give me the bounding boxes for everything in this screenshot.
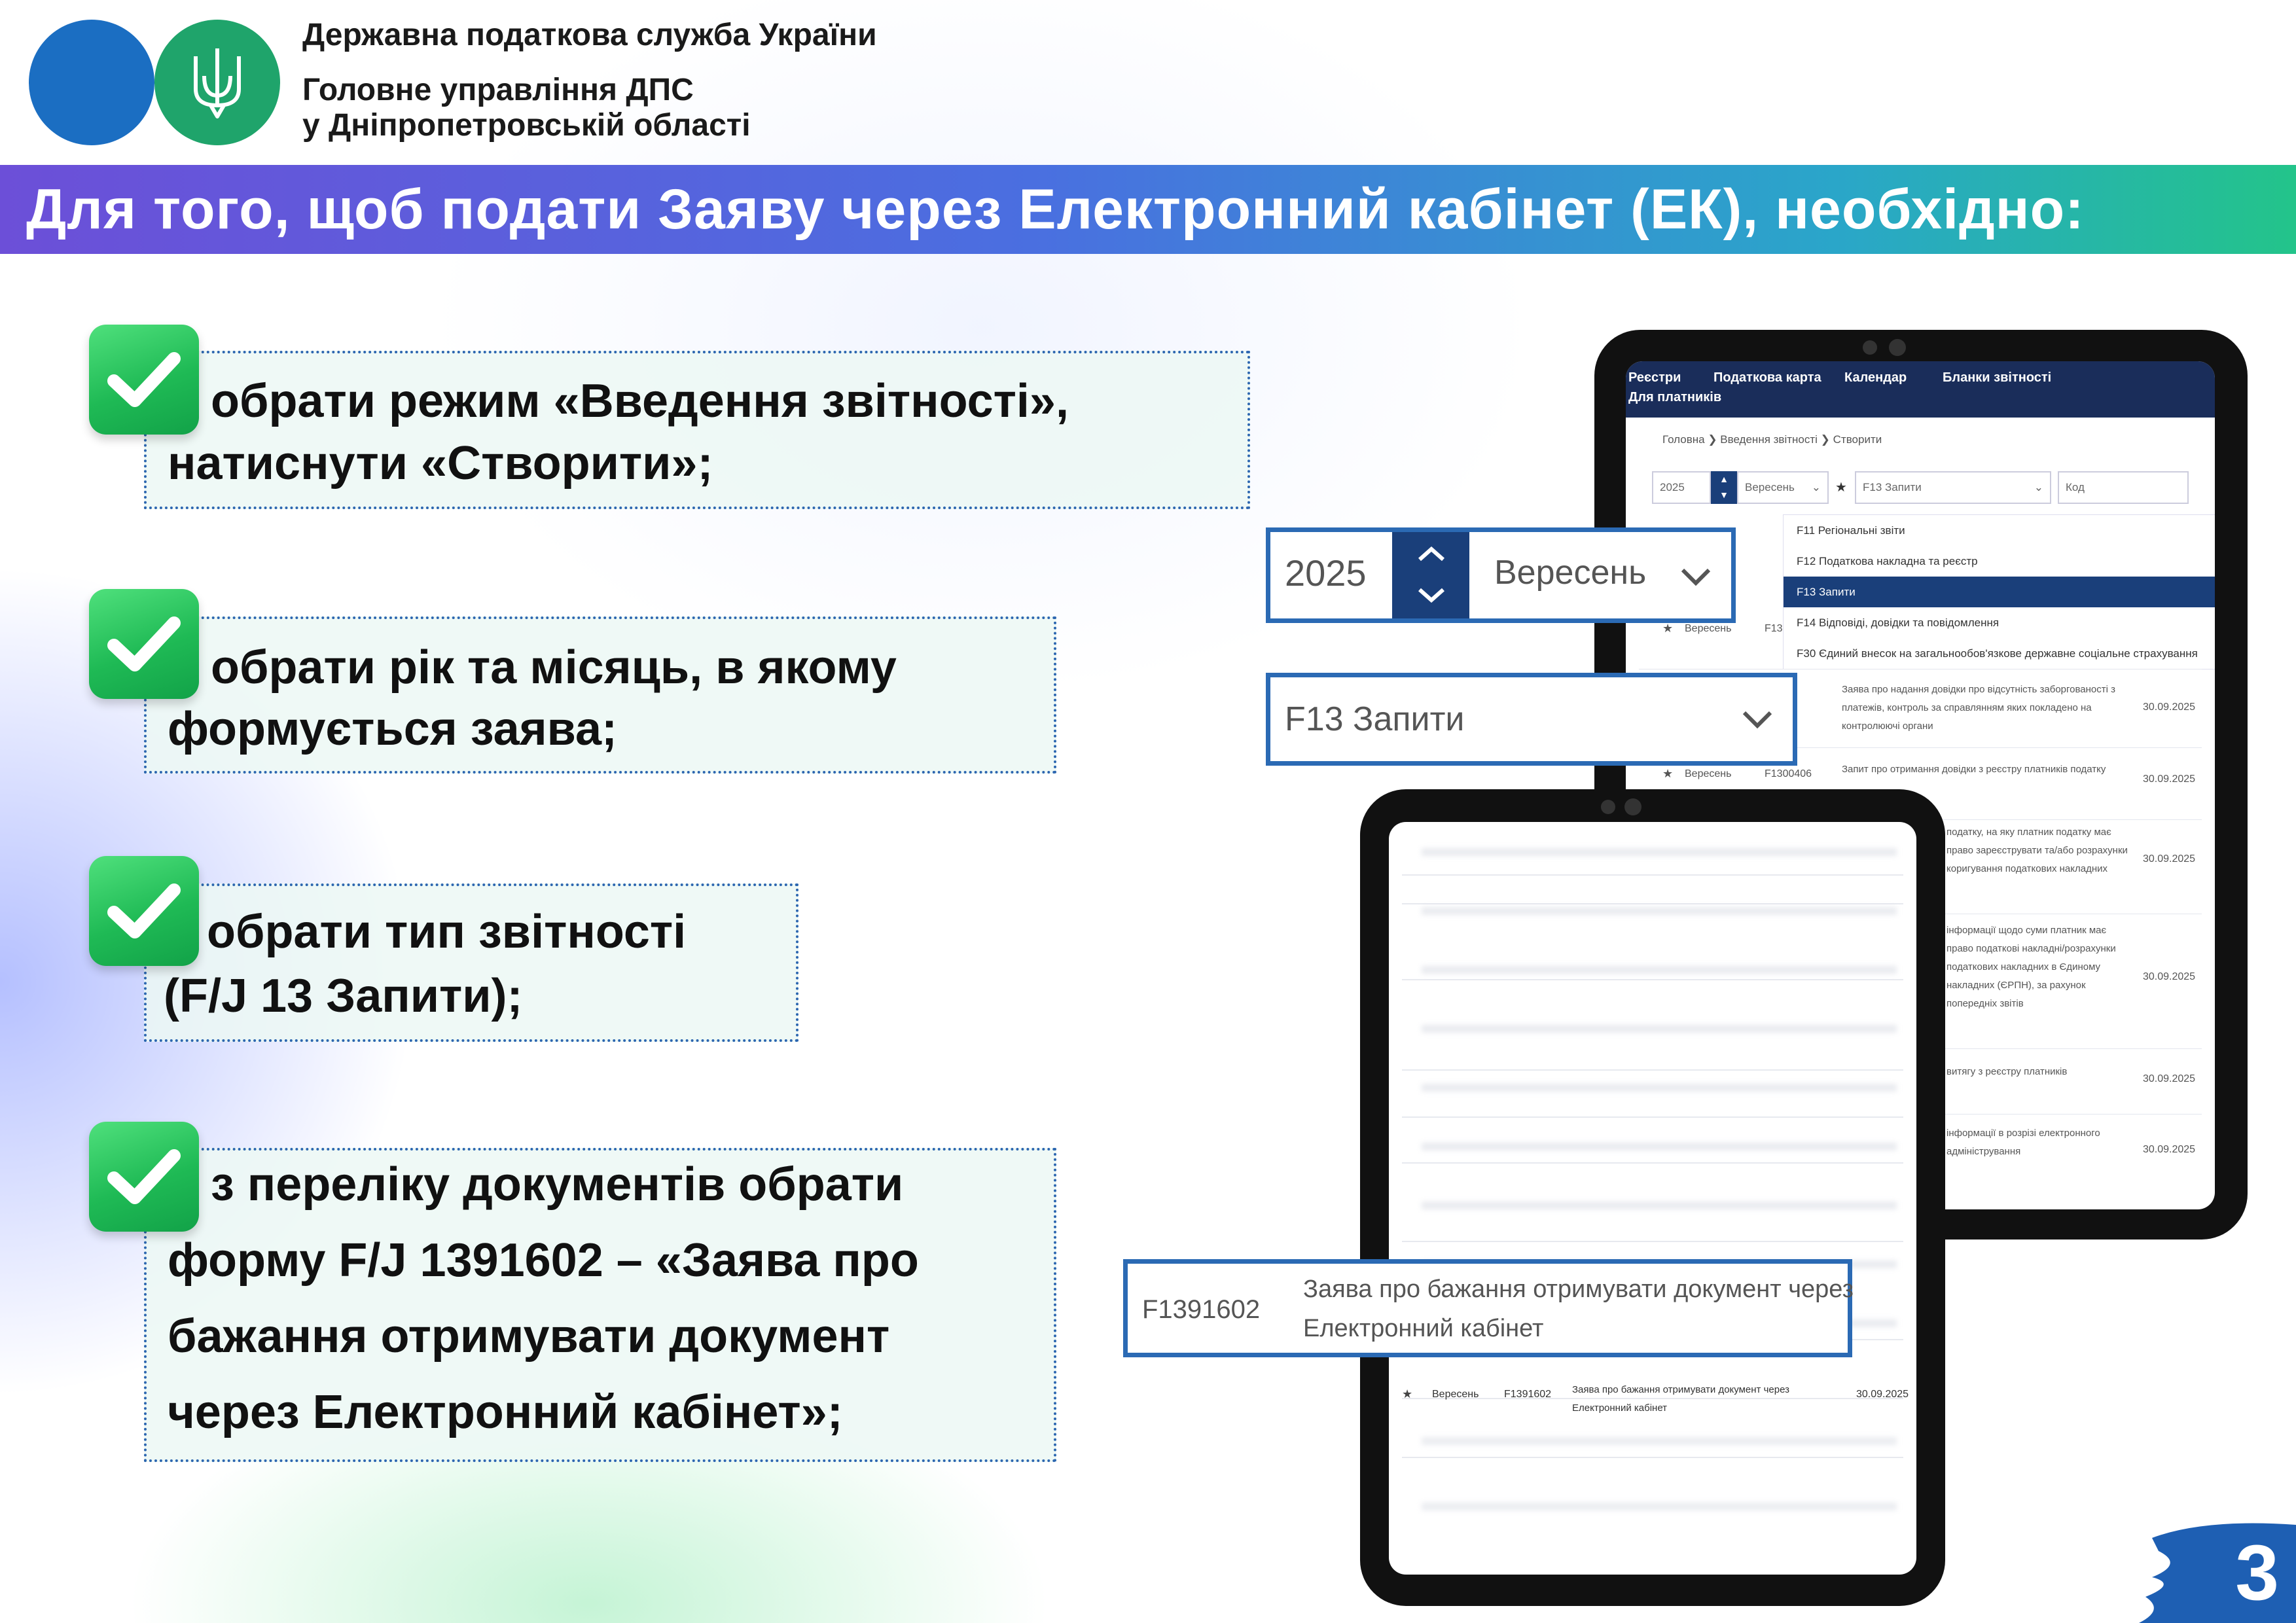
dropdown-item[interactable]: F12 Податкова накладна та реєстр bbox=[1784, 546, 2215, 577]
trident-icon bbox=[194, 48, 241, 118]
row-month: Вересень bbox=[1432, 1389, 1479, 1400]
step-4-line-2: форму F/J 1391602 – «Заява про bbox=[168, 1234, 919, 1287]
callout-type[interactable]: F13 Запити bbox=[1285, 700, 1464, 739]
row-name: інформації щодо суми платник має право п… bbox=[1946, 925, 2116, 1009]
type-dropdown-list: F11 Регіональні звіти F12 Податкова накл… bbox=[1783, 514, 2215, 669]
callout-type-select: F13 Запити bbox=[1266, 673, 1797, 766]
row-name: витягу з реєстру платників bbox=[1946, 1066, 2068, 1077]
callout-document-row: F1391602 Заява про бажання отримувати до… bbox=[1123, 1259, 1854, 1357]
callout-year: 2025 bbox=[1285, 552, 1367, 594]
org-department: Головне управління ДПС bbox=[302, 73, 694, 107]
page-number: 3 bbox=[2235, 1529, 2279, 1616]
star-icon[interactable]: ★ bbox=[1835, 479, 1847, 495]
camera-icon bbox=[1889, 339, 1906, 356]
row-name: податку, на яку платник податку має прав… bbox=[1946, 827, 2128, 874]
chevron-right-icon: ❯ bbox=[1708, 433, 1721, 446]
crumb-reporting[interactable]: Введення звітності bbox=[1720, 433, 1818, 446]
tablet-bottom-screen: ★ Вересень F1391602 Заява про бажання от… bbox=[1389, 822, 1916, 1575]
nav-forms[interactable]: Бланки звітності bbox=[1943, 370, 2051, 385]
callout-year-month: 2025 Вересень bbox=[1266, 527, 1736, 623]
dropdown-item[interactable]: F11 Регіональні звіти bbox=[1784, 515, 2215, 546]
chevron-up-icon bbox=[1418, 546, 1444, 562]
row-date: 30.09.2025 bbox=[2143, 1073, 2196, 1084]
row-date: 30.09.2025 bbox=[2143, 702, 2196, 713]
row-code: F1391602 bbox=[1504, 1389, 1552, 1400]
star-icon[interactable]: ★ bbox=[1402, 1387, 1412, 1401]
row-code: F1300406 bbox=[1765, 768, 1812, 779]
nav-calendar[interactable]: Календар bbox=[1844, 370, 1907, 385]
check-icon bbox=[89, 325, 199, 435]
logo-blue-circle bbox=[29, 20, 154, 145]
star-icon[interactable]: ★ bbox=[1662, 767, 1673, 781]
row-month: Вересень bbox=[1685, 623, 1732, 634]
step-4-line-3: бажання отримувати документ bbox=[168, 1310, 890, 1363]
chevron-down-icon bbox=[1418, 588, 1444, 603]
year-stepper[interactable]: ▲ ▼ bbox=[1711, 471, 1737, 504]
nav-tax-map[interactable]: Податкова карта bbox=[1713, 370, 1821, 385]
step-4-line-1: з переліку документів обрати bbox=[211, 1158, 904, 1211]
year-stepper[interactable] bbox=[1392, 532, 1469, 618]
code-field[interactable]: Код bbox=[2058, 471, 2189, 504]
dropdown-item[interactable]: F14 Відповіді, довідки та повідомлення bbox=[1784, 607, 2215, 638]
callout-month[interactable]: Вересень bbox=[1494, 553, 1646, 592]
step-4-line-4: через Електронний кабінет»; bbox=[168, 1386, 843, 1438]
row-code: F13 bbox=[1765, 623, 1783, 634]
logo-green-circle bbox=[154, 20, 280, 145]
row-date: 30.09.2025 bbox=[1856, 1389, 1909, 1400]
tablet-bottom: ★ Вересень F1391602 Заява про бажання от… bbox=[1360, 789, 1945, 1606]
page-title: Для того, щоб подати Заяву через Електро… bbox=[26, 177, 2085, 241]
row-date: 30.09.2025 bbox=[2143, 853, 2196, 865]
chevron-down-icon: ⌄ bbox=[2034, 481, 2043, 493]
camera-icon bbox=[1624, 798, 1641, 815]
chevron-down-icon bbox=[1742, 711, 1772, 729]
step-3-line-1: обрати тип звітності bbox=[207, 906, 687, 958]
row-month: Вересень bbox=[1685, 768, 1732, 779]
camera-icon bbox=[1601, 800, 1615, 814]
month-select[interactable]: Вересень ⌄ bbox=[1737, 471, 1829, 504]
chevron-down-icon: ⌄ bbox=[1811, 481, 1821, 493]
star-icon[interactable]: ★ bbox=[1662, 622, 1673, 635]
blurred-content bbox=[1422, 822, 1897, 1332]
callout-doc-code: F1391602 bbox=[1142, 1295, 1261, 1324]
step-1-line-1: обрати режим «Введення звітності», bbox=[211, 375, 1069, 427]
year-field[interactable]: 2025 bbox=[1652, 471, 1711, 504]
nav-for-payers[interactable]: Для платників bbox=[1628, 390, 1721, 405]
row-name: Запит про отримання довідки з реєстру пл… bbox=[1842, 764, 2106, 775]
org-region: у Дніпропетровській області bbox=[302, 108, 751, 143]
dropdown-item-selected[interactable]: F13 Запити bbox=[1784, 577, 2215, 607]
row-date: 30.09.2025 bbox=[2143, 971, 2196, 982]
camera-icon bbox=[1863, 340, 1877, 355]
step-2-line-2: формується заява; bbox=[168, 703, 617, 755]
breadcrumb: Головна ❯ Введення звітності ❯ Створити bbox=[1662, 433, 1882, 446]
row-name: інформації в розрізі електронного адміні… bbox=[1946, 1128, 2100, 1157]
type-select[interactable]: F13 Запити ⌄ bbox=[1855, 471, 2051, 504]
crumb-create: Створити bbox=[1833, 433, 1882, 446]
row-name: Заява про надання довідки про відсутніст… bbox=[1842, 684, 2116, 732]
title-banner: Для того, щоб подати Заяву через Електро… bbox=[0, 165, 2296, 254]
check-icon bbox=[89, 856, 199, 966]
blurred-content bbox=[1422, 1411, 1897, 1568]
dropdown-item[interactable]: F30 Єдиний внесок на загальнообов'язкове… bbox=[1784, 638, 2215, 669]
row-date: 30.09.2025 bbox=[2143, 1144, 2196, 1155]
check-icon bbox=[89, 589, 199, 699]
check-icon bbox=[89, 1122, 199, 1232]
chevron-right-icon: ❯ bbox=[1820, 433, 1833, 446]
step-1-line-2: натиснути «Створити»; bbox=[168, 437, 713, 490]
step-3-line-2: (F/J 13 Запити); bbox=[164, 970, 523, 1022]
step-2-line-1: обрати рік та місяць, в якому bbox=[211, 641, 897, 694]
nav-registry[interactable]: Реєстри bbox=[1628, 370, 1681, 385]
org-name: Державна податкова служба України bbox=[302, 18, 877, 52]
crumb-home[interactable]: Головна bbox=[1662, 433, 1705, 446]
top-nav: Реєстри Податкова карта Календар Бланки … bbox=[1626, 361, 2215, 418]
row-date: 30.09.2025 bbox=[2143, 774, 2196, 785]
chevron-down-icon bbox=[1681, 568, 1711, 586]
callout-doc-name-2[interactable]: Електронний кабінет bbox=[1303, 1315, 1543, 1343]
callout-doc-name-1[interactable]: Заява про бажання отримувати документ че… bbox=[1303, 1275, 1854, 1304]
